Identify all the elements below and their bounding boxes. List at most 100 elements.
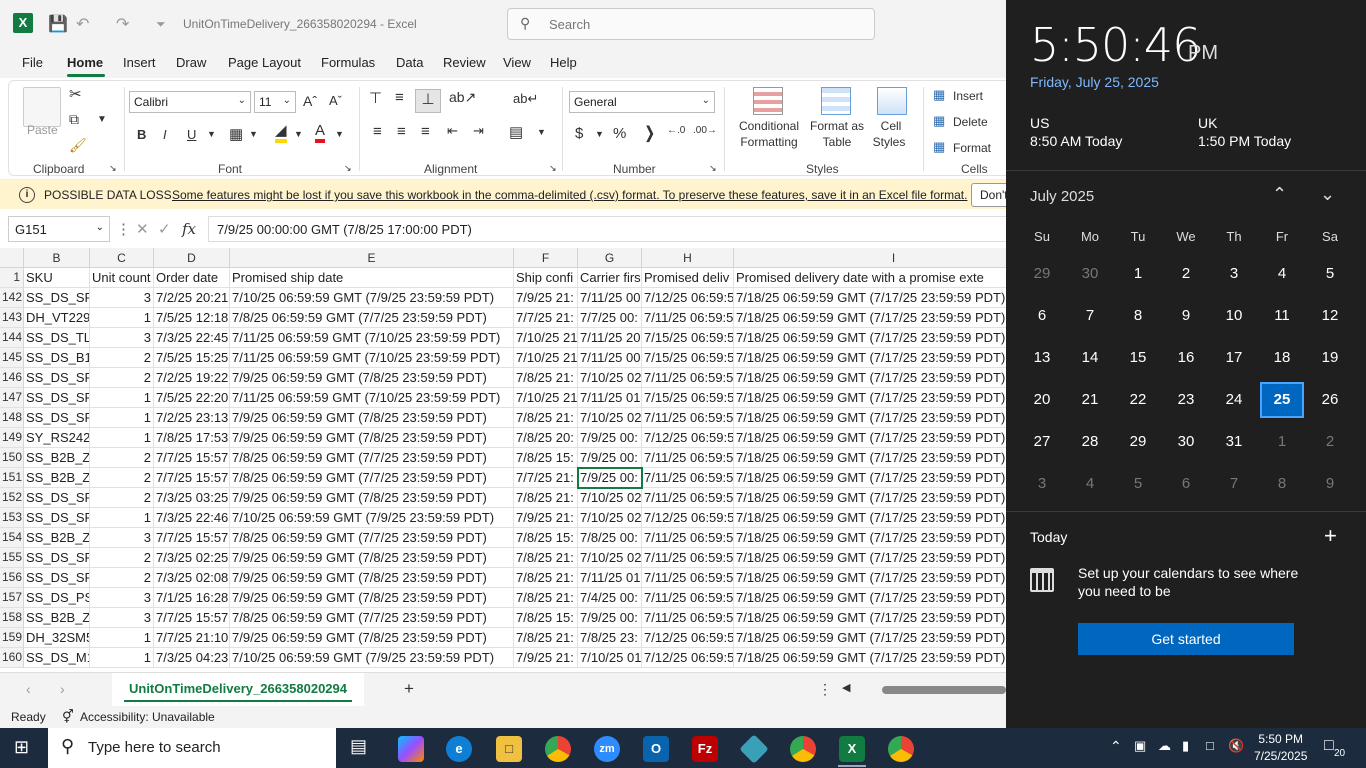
outlook-icon[interactable]: O [643, 736, 669, 762]
table-cell[interactable]: 1 [90, 428, 154, 448]
cell-styles-label[interactable]: Cell [879, 119, 903, 133]
enter-icon[interactable]: ✓ [158, 220, 171, 238]
row-number[interactable]: 157 [0, 588, 24, 608]
row-number[interactable]: 142 [0, 288, 24, 308]
percent-icon[interactable]: % [613, 125, 626, 142]
accessibility-status[interactable]: Accessibility: Unavailable [80, 710, 215, 724]
calendar-day[interactable]: 31 [1212, 424, 1256, 460]
table-cell[interactable]: 7/11/25 06:59:59 GMT (7/10/25 23:59:59 P… [230, 388, 514, 408]
table-cell[interactable]: 7/10/25 06:59:59 GMT (7/9/25 23:59:59 PD… [230, 508, 514, 528]
table-cell[interactable]: 7/18/25 06:59:59 GMT (7/17/25 23:59:59 P… [734, 588, 1006, 608]
table-cell[interactable]: 1 [90, 388, 154, 408]
conditional-formatting-label-2[interactable]: Formatting [733, 135, 805, 149]
table-cell[interactable]: 7/18/25 06:59:59 GMT (7/17/25 23:59:59 P… [734, 508, 1006, 528]
row-number[interactable]: 148 [0, 408, 24, 428]
fill-color-dropdown-icon[interactable]: ▼ [294, 129, 303, 139]
table-cell[interactable]: 7/18/25 06:59:59 GMT (7/17/25 23:59:59 P… [734, 448, 1006, 468]
select-all-corner[interactable] [0, 248, 24, 268]
infobar-message-link[interactable]: Some features might be lost if you save … [172, 188, 967, 202]
table-cell[interactable]: SS_DS_SPI [24, 568, 90, 588]
align-bottom-icon[interactable]: ⊥ [415, 89, 441, 113]
table-cell[interactable]: 7/11/25 06:59:5 [642, 448, 734, 468]
merge-center-icon[interactable]: ▤ [509, 123, 523, 141]
table-cell[interactable]: 7/18/25 06:59:59 GMT (7/17/25 23:59:59 P… [734, 488, 1006, 508]
column-header-g[interactable]: G [578, 248, 642, 268]
table-cell[interactable]: 7/11/25 20 [578, 328, 642, 348]
table-cell[interactable]: 7/11/25 06:59:5 [642, 368, 734, 388]
table-cell[interactable]: 7/10/25 01 [578, 648, 642, 668]
table-cell[interactable]: 7/9/25 00: [578, 448, 642, 468]
table-cell[interactable]: SS_DS_PS- [24, 588, 90, 608]
table-cell[interactable]: 7/11/25 01 [578, 568, 642, 588]
table-cell[interactable]: 7/10/25 02 [578, 548, 642, 568]
calendar-day[interactable]: 9 [1308, 466, 1352, 502]
column-title-cell[interactable]: Promised delivery date with a promise ex… [734, 268, 1006, 288]
table-cell[interactable]: 7/8/25 06:59:59 GMT (7/7/25 23:59:59 PDT… [230, 308, 514, 328]
calendar-day[interactable]: 8 [1260, 466, 1304, 502]
add-event-icon[interactable]: + [1324, 523, 1337, 549]
calendar-day[interactable]: 27 [1020, 424, 1064, 460]
table-cell[interactable]: 7/10/25 02 [578, 408, 642, 428]
table-cell[interactable]: 7/8/25 21: [514, 548, 578, 568]
decrease-font-icon[interactable]: Aˇ [329, 93, 342, 108]
tab-data[interactable]: Data [396, 55, 423, 70]
table-cell[interactable]: 7/8/25 23: [578, 628, 642, 648]
column-header-i[interactable]: I [734, 248, 1006, 268]
clipboard-launcher-icon[interactable]: ↘ [109, 163, 117, 174]
table-cell[interactable]: 7/11/25 06:59:5 [642, 488, 734, 508]
insert-function-icon[interactable]: fx [182, 220, 196, 238]
table-cell[interactable]: 7/9/25 06:59:59 GMT (7/8/25 23:59:59 PDT… [230, 588, 514, 608]
table-cell[interactable]: 7/7/25 15:57 [154, 468, 230, 488]
align-center-icon[interactable]: ≡ [397, 123, 406, 140]
calendar-day[interactable]: 3 [1020, 466, 1064, 502]
calendar-day[interactable]: 9 [1164, 298, 1208, 334]
increase-indent-icon[interactable]: ⇥ [473, 123, 484, 139]
cut-icon[interactable]: ✂ [69, 85, 82, 103]
table-cell[interactable]: 7/11/25 01 [578, 388, 642, 408]
table-cell[interactable]: 7/9/25 21: [514, 508, 578, 528]
table-cell[interactable]: 7/2/25 20:21 [154, 288, 230, 308]
font-name-select[interactable]: Calibri ⌄ [129, 91, 251, 113]
edge-browser-icon[interactable]: e [446, 736, 472, 762]
app-diamond-icon[interactable] [739, 734, 769, 764]
font-color-dropdown-icon[interactable]: ▼ [335, 129, 344, 139]
table-cell[interactable]: 7/9/25 21: [514, 648, 578, 668]
battery-icon[interactable]: ▮ [1182, 738, 1189, 754]
number-format-select[interactable]: General ⌄ [569, 91, 715, 113]
table-cell[interactable]: SS_DS_B15 [24, 348, 90, 368]
calendar-day[interactable]: 30 [1164, 424, 1208, 460]
delete-cells-icon[interactable]: ▦ [933, 113, 945, 129]
scroll-tabs-left-icon[interactable]: ‹ [26, 681, 31, 697]
font-launcher-icon[interactable]: ↘ [344, 163, 352, 174]
currency-dropdown-icon[interactable]: ▼ [595, 129, 604, 139]
table-cell[interactable]: 7/10/25 06:59:59 GMT (7/9/25 23:59:59 PD… [230, 648, 514, 668]
table-cell[interactable]: 7/11/25 06:59:5 [642, 468, 734, 488]
alignment-launcher-icon[interactable]: ↘ [549, 163, 557, 174]
column-title-cell[interactable]: Promised deliv [642, 268, 734, 288]
table-cell[interactable]: DH_32SM5 [24, 628, 90, 648]
calendar-day[interactable]: 4 [1068, 466, 1112, 502]
table-cell[interactable]: 7/9/25 00: [578, 428, 642, 448]
calendar-day[interactable]: 26 [1308, 382, 1352, 418]
comma-style-icon[interactable]: ❭ [643, 123, 656, 143]
tab-formulas[interactable]: Formulas [321, 55, 375, 70]
volume-muted-icon[interactable]: 🔇 [1228, 738, 1244, 754]
column-title-cell[interactable]: SKU [24, 268, 90, 288]
format-cells-icon[interactable]: ▦ [933, 139, 945, 155]
table-cell[interactable]: 7/11/25 06:59:5 [642, 588, 734, 608]
underline-button[interactable]: U [187, 127, 196, 142]
calendar-day[interactable]: 3 [1212, 256, 1256, 292]
windows-start-icon[interactable]: ⊞ [14, 737, 29, 758]
column-header-h[interactable]: H [642, 248, 734, 268]
fill-color-icon[interactable]: ◢ [275, 123, 287, 143]
table-cell[interactable]: 7/3/25 04:23 [154, 648, 230, 668]
table-cell[interactable]: 7/15/25 06:59:5 [642, 348, 734, 368]
camera-icon[interactable]: ▣ [1134, 738, 1146, 754]
table-cell[interactable]: 2 [90, 348, 154, 368]
calendar-day[interactable]: 24 [1212, 382, 1256, 418]
table-cell[interactable]: 7/18/25 06:59:59 GMT (7/17/25 23:59:59 P… [734, 528, 1006, 548]
table-cell[interactable]: 7/11/25 06:59:59 GMT (7/10/25 23:59:59 P… [230, 328, 514, 348]
table-cell[interactable]: 2 [90, 568, 154, 588]
tab-draw[interactable]: Draw [176, 55, 206, 70]
table-cell[interactable]: 7/18/25 06:59:59 GMT (7/17/25 23:59:59 P… [734, 628, 1006, 648]
